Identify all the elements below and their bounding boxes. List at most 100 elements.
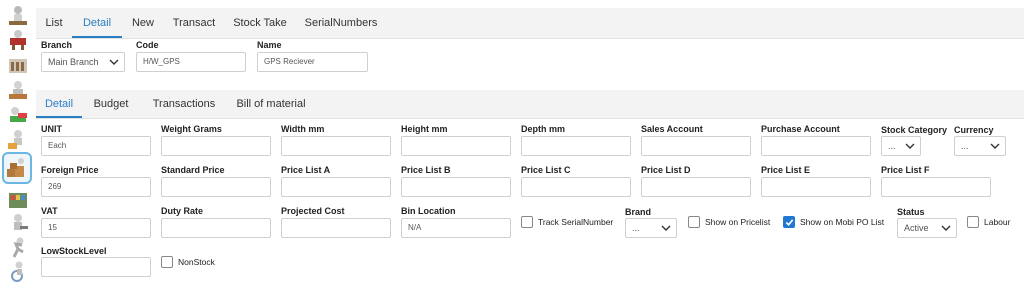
- price-list-f-input[interactable]: [881, 177, 991, 197]
- foreign-price-input[interactable]: 269: [41, 177, 151, 197]
- wheelchair-icon[interactable]: [5, 260, 31, 284]
- tab-stock-take[interactable]: Stock Take: [224, 8, 296, 38]
- brand-label: Brand: [625, 207, 652, 217]
- main-panel: List Detail New Transact Stock Take Seri…: [36, 0, 1024, 288]
- show-on-pricelist-checkbox[interactable]: [688, 216, 700, 228]
- show-on-mobi-checkbox[interactable]: [783, 216, 795, 228]
- stock-category-label: Stock Category: [881, 125, 948, 135]
- courier-icon[interactable]: [5, 128, 31, 152]
- depth-label: Depth mm: [521, 124, 566, 134]
- code-input[interactable]: H/W_GPS: [136, 52, 246, 72]
- code-label: Code: [136, 40, 159, 50]
- sales-account-input[interactable]: [641, 136, 751, 156]
- duty-rate-input[interactable]: [161, 218, 271, 238]
- name-input[interactable]: GPS Reciever: [257, 52, 368, 72]
- runner-icon[interactable]: [5, 236, 31, 260]
- duty-rate-label: Duty Rate: [161, 206, 204, 216]
- nonstock-label: NonStock: [178, 257, 215, 267]
- branch-value: Main Branch: [48, 57, 99, 67]
- bin-location-input[interactable]: N/A: [401, 218, 511, 238]
- name-label: Name: [257, 40, 282, 50]
- weight-label: Weight Grams: [161, 124, 222, 134]
- money-icon[interactable]: [5, 104, 31, 128]
- unit-input[interactable]: Each: [41, 136, 151, 156]
- price-list-e-label: Price List E: [761, 165, 811, 175]
- tab-serial-numbers[interactable]: SerialNumbers: [296, 8, 386, 38]
- vat-input[interactable]: 15: [41, 218, 151, 238]
- bin-location-label: Bin Location: [401, 206, 456, 216]
- branch-select[interactable]: Main Branch: [41, 52, 125, 72]
- low-stock-label: LowStockLevel: [41, 246, 107, 256]
- subtab-bill-of-material[interactable]: Bill of material: [226, 90, 316, 118]
- price-list-c-input[interactable]: [521, 177, 631, 197]
- person-icon[interactable]: [5, 4, 31, 28]
- price-list-e-input[interactable]: [761, 177, 871, 197]
- warehouse-icon[interactable]: [5, 52, 31, 76]
- chevron-down-icon: [941, 225, 951, 231]
- price-list-b-label: Price List B: [401, 165, 451, 175]
- foreign-price-label: Foreign Price: [41, 165, 99, 175]
- price-list-d-input[interactable]: [641, 177, 751, 197]
- brand-value: ...: [632, 223, 640, 233]
- currency-label: Currency: [954, 125, 994, 135]
- track-serial-checkbox[interactable]: [521, 216, 533, 228]
- sidebar: [0, 0, 36, 288]
- width-label: Width mm: [281, 124, 325, 134]
- purchase-account-label: Purchase Account: [761, 124, 840, 134]
- show-on-mobi-label: Show on Mobi PO List: [800, 217, 885, 227]
- low-stock-input[interactable]: [41, 257, 151, 277]
- chevron-down-icon: [905, 143, 915, 149]
- branch-label: Branch: [41, 40, 73, 50]
- sub-tab-bar: Detail Budget Transactions Bill of mater…: [36, 90, 1024, 119]
- sales-account-label: Sales Account: [641, 124, 703, 134]
- labour-label: Labour: [984, 217, 1011, 227]
- chevron-down-icon: [990, 143, 1000, 149]
- brand-select[interactable]: ...: [625, 218, 677, 238]
- stock-boxes-icon[interactable]: [2, 152, 32, 184]
- tab-new[interactable]: New: [122, 8, 164, 38]
- unit-label: UNIT: [41, 124, 62, 134]
- price-list-b-input[interactable]: [401, 177, 511, 197]
- tab-transact[interactable]: Transact: [164, 8, 224, 38]
- stock-category-value: ...: [888, 141, 896, 151]
- height-label: Height mm: [401, 124, 448, 134]
- status-value: Active: [904, 223, 929, 233]
- standard-price-label: Standard Price: [161, 165, 225, 175]
- currency-value: ...: [961, 141, 969, 151]
- status-label: Status: [897, 207, 925, 217]
- chevron-down-icon: [109, 59, 119, 65]
- price-list-a-input[interactable]: [281, 177, 391, 197]
- projected-cost-input[interactable]: [281, 218, 391, 238]
- status-select[interactable]: Active: [897, 218, 957, 238]
- shelves-icon[interactable]: [5, 188, 31, 212]
- builder-icon[interactable]: [5, 78, 31, 102]
- tab-detail[interactable]: Detail: [72, 8, 122, 38]
- labour-checkbox[interactable]: [967, 216, 979, 228]
- tab-list[interactable]: List: [36, 8, 72, 38]
- vat-label: VAT: [41, 206, 58, 216]
- currency-select[interactable]: ...: [954, 136, 1006, 156]
- top-tab-bar: List Detail New Transact Stock Take Seri…: [36, 8, 1024, 39]
- checkmark-icon: [785, 219, 794, 226]
- price-list-d-label: Price List D: [641, 165, 691, 175]
- subtab-transactions[interactable]: Transactions: [144, 90, 224, 118]
- height-input[interactable]: [401, 136, 511, 156]
- standard-price-input[interactable]: [161, 177, 271, 197]
- projected-cost-label: Projected Cost: [281, 206, 345, 216]
- price-list-c-label: Price List C: [521, 165, 571, 175]
- weight-input[interactable]: [161, 136, 271, 156]
- depth-input[interactable]: [521, 136, 631, 156]
- fighter-icon[interactable]: [5, 28, 31, 52]
- show-on-pricelist-label: Show on Pricelist: [705, 217, 771, 227]
- track-serial-label: Track SerialNumber: [538, 217, 614, 227]
- width-input[interactable]: [281, 136, 391, 156]
- chevron-down-icon: [661, 225, 671, 231]
- nonstock-checkbox[interactable]: [161, 256, 173, 268]
- price-list-f-label: Price List F: [881, 165, 930, 175]
- stock-category-select[interactable]: ...: [881, 136, 921, 156]
- subtab-budget[interactable]: Budget: [86, 90, 136, 118]
- wrench-person-icon[interactable]: [5, 212, 31, 236]
- purchase-account-input[interactable]: [761, 136, 871, 156]
- subtab-detail[interactable]: Detail: [36, 90, 82, 118]
- price-list-a-label: Price List A: [281, 165, 331, 175]
